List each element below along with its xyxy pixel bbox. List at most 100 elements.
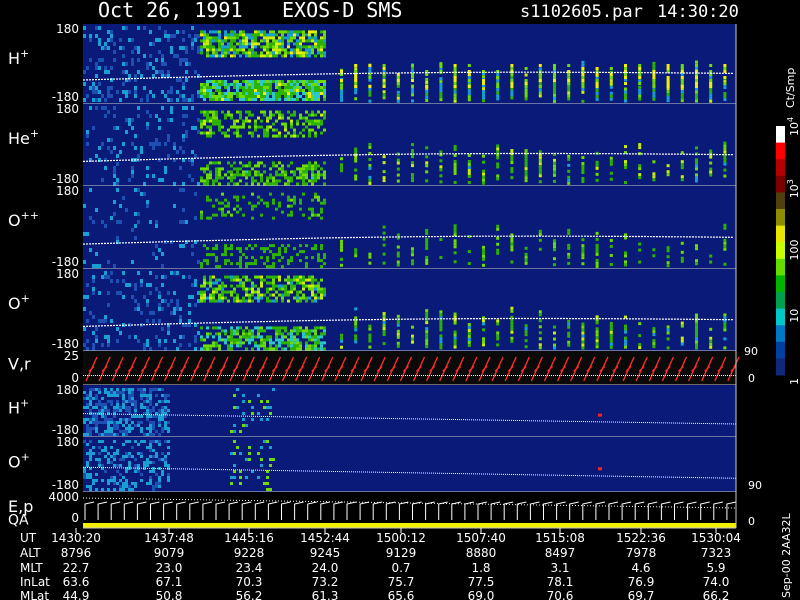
heatmap-cell (524, 161, 528, 165)
heatmap-cell (179, 46, 182, 50)
heatmap-cell (510, 167, 514, 171)
heatmap-cell (354, 147, 358, 151)
heatmap-cell (263, 329, 266, 333)
heatmap-cell (110, 461, 113, 464)
heatmap-cell (323, 329, 326, 333)
heatmap-cell (553, 164, 556, 168)
heatmap-cell (299, 296, 302, 300)
heatmap-cell (233, 173, 236, 177)
heatmap-cell (308, 164, 311, 168)
heatmap-cell (89, 430, 92, 433)
heatmap-cell (638, 143, 642, 147)
heatmap-cell (113, 409, 116, 412)
heatmap-cell (278, 92, 281, 95)
heatmap-cell (110, 418, 113, 421)
heatmap-cell (354, 316, 358, 320)
heatmap-cell (239, 338, 242, 342)
heatmap-cell (439, 340, 443, 344)
heatmap-cell (553, 263, 556, 267)
heatmap-cell (248, 89, 251, 92)
heatmap-cell (293, 89, 296, 92)
heatmap-cell (101, 409, 104, 412)
heatmap-cell (254, 164, 257, 168)
heatmap-cell (218, 42, 221, 46)
heatmap-cell (167, 430, 170, 433)
heatmap-cell (581, 85, 585, 88)
heatmap-cell (323, 198, 326, 202)
heatmap-cell (161, 307, 164, 311)
heatmap-cell (212, 51, 215, 55)
heatmap-cell (113, 50, 116, 54)
heatmap-cell (245, 39, 248, 43)
heatmap-cell (340, 336, 343, 340)
heatmap-cell (439, 165, 443, 169)
heatmap-cell (482, 343, 485, 347)
heatmap-cell (287, 83, 290, 86)
heatmap-cell (269, 488, 272, 491)
heatmap-cell (248, 452, 251, 455)
heatmap-cell (203, 83, 206, 86)
heatmap-cell (137, 443, 140, 446)
heatmap-cell (260, 247, 263, 251)
heatmap-cell (482, 337, 485, 341)
heatmap-cell (320, 80, 323, 83)
panel-background (83, 492, 736, 528)
heatmap-cell (263, 83, 266, 86)
heatmap-cell (510, 245, 514, 249)
heatmap-cell (239, 278, 242, 282)
heatmap-cell (652, 254, 656, 258)
heatmap-cell (269, 113, 272, 117)
heatmap-cell (170, 118, 173, 122)
heatmap-cell (254, 341, 257, 345)
heatmap-cell (89, 409, 92, 412)
heatmap-cell (595, 243, 599, 247)
heatmap-cell (125, 400, 128, 403)
heatmap-cell (695, 79, 698, 82)
heatmap-cell (239, 344, 242, 348)
heatmap-cell (272, 95, 275, 98)
heatmap-cell (266, 182, 269, 186)
heatmap-cell (206, 119, 209, 123)
heatmap-cell (281, 287, 284, 291)
heatmap-cell (224, 36, 227, 40)
heatmap-cell (221, 213, 224, 217)
heatmap-cell (299, 347, 302, 351)
heatmap-cell (287, 338, 290, 342)
heatmap-cell (524, 155, 528, 159)
heatmap-cell (510, 158, 514, 162)
heatmap-cell (453, 90, 457, 94)
heatmap-cell (260, 125, 263, 129)
heatmap-cell (209, 293, 212, 297)
heatmap-cell (236, 332, 239, 336)
heatmap-cell (305, 344, 308, 348)
heatmap-cell (149, 388, 152, 391)
heatmap-cell (248, 262, 251, 266)
heatmap-cell (496, 91, 500, 95)
heatmap-cell (206, 110, 209, 114)
heatmap-cell (311, 45, 314, 49)
heatmap-cell (215, 30, 218, 34)
heatmap-cell (652, 175, 656, 179)
heatmap-cell (224, 275, 227, 279)
heatmap-cell (224, 253, 227, 257)
heatmap-cell (302, 30, 305, 34)
heatmap-cell (354, 248, 358, 252)
heatmap-cell (173, 142, 176, 146)
heatmap-cell (248, 329, 251, 333)
heatmap-cell (595, 336, 599, 340)
heatmap-cell (86, 406, 89, 409)
heatmap-cell (317, 259, 320, 263)
heatmap-cell (290, 344, 293, 348)
heatmap-cell (92, 315, 95, 319)
heatmap-cell (137, 307, 140, 311)
heatmap-cell (296, 83, 299, 86)
heatmap-cell (396, 254, 400, 258)
heatmap-cell (323, 30, 326, 34)
heatmap-cell (278, 116, 281, 120)
heatmap-cell (260, 213, 263, 217)
heatmap-cell (538, 247, 542, 251)
heatmap-cell (308, 95, 311, 98)
heatmap-cell (317, 122, 320, 126)
heatmap-cell (382, 67, 386, 70)
heatmap-cell (101, 275, 104, 279)
